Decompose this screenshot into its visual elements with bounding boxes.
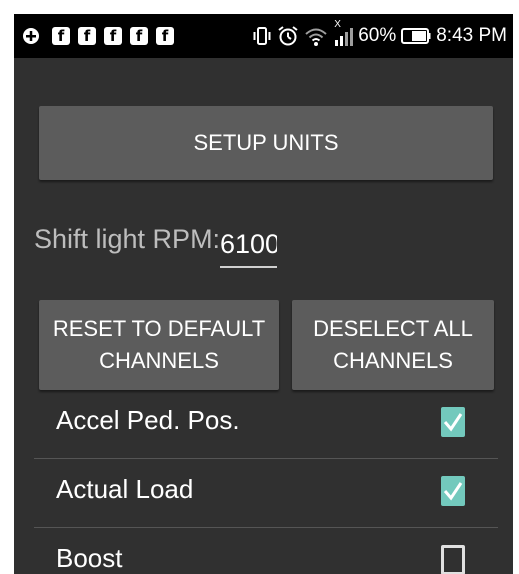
- channel-list: Accel Ped. Pos. Actual Load Boost: [34, 390, 498, 574]
- channel-row-actual-load[interactable]: Actual Load: [34, 459, 498, 528]
- facebook-icon: f: [104, 27, 122, 45]
- clock-time: 8:43 PM: [436, 25, 507, 46]
- deselect-all-channels-button[interactable]: DESELECT ALL CHANNELS: [292, 300, 494, 390]
- plus-notification-icon: [22, 27, 40, 45]
- battery-percent: 60%: [358, 25, 397, 46]
- no-service-mark: X: [334, 19, 341, 30]
- channel-row-accel-ped-pos[interactable]: Accel Ped. Pos.: [34, 390, 498, 459]
- setup-units-button[interactable]: SETUP UNITS: [39, 106, 493, 180]
- cellular-signal-icon: X: [333, 19, 354, 47]
- checkbox-checked-icon[interactable]: [441, 407, 465, 437]
- facebook-icon: f: [78, 27, 96, 45]
- wifi-icon: [304, 25, 328, 47]
- channel-label: Boost: [56, 543, 123, 573]
- reset-default-channels-button[interactable]: RESET TO DEFAULT CHANNELS: [39, 300, 279, 390]
- shift-light-rpm-input[interactable]: [220, 222, 277, 268]
- channel-label: Accel Ped. Pos.: [56, 405, 240, 435]
- app-screen: f f f f f X 60% 8:43 PM SETUP UNITS Shif…: [14, 14, 513, 574]
- checkbox-checked-icon[interactable]: [441, 476, 465, 506]
- notification-icons: f f f f f: [22, 27, 182, 45]
- facebook-icon: f: [130, 27, 148, 45]
- facebook-icon: f: [156, 27, 174, 45]
- channel-row-boost[interactable]: Boost: [34, 528, 498, 574]
- battery-icon: [401, 28, 431, 44]
- facebook-icon: f: [52, 27, 70, 45]
- system-icons: X 60% 8:43 PM: [252, 14, 507, 58]
- checkbox-unchecked-icon[interactable]: [441, 545, 465, 574]
- shift-light-rpm-label: Shift light RPM:: [34, 224, 221, 254]
- alarm-icon: [277, 25, 299, 47]
- vibrate-icon: [252, 25, 272, 47]
- status-bar: f f f f f X 60% 8:43 PM: [14, 14, 513, 58]
- channel-label: Actual Load: [56, 474, 194, 504]
